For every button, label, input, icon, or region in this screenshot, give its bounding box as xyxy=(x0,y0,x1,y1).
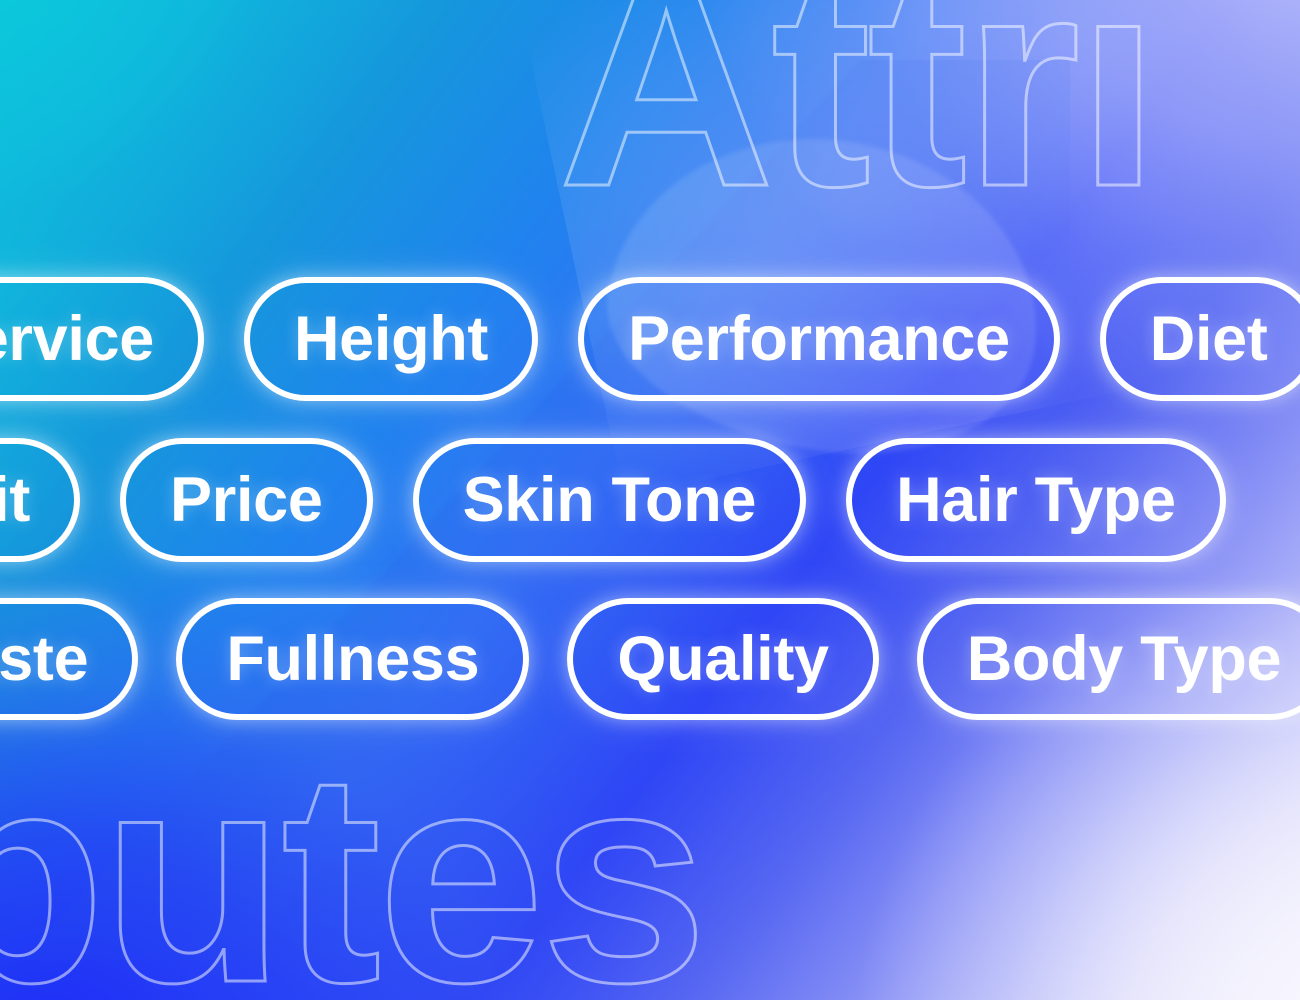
attributes-hero-canvas: Attri butes Service Height Performance D… xyxy=(0,0,1300,1000)
attribute-pill-label: Fit xyxy=(0,464,31,535)
attribute-pill-hair-type[interactable]: Hair Type xyxy=(846,438,1226,562)
attribute-pill-label: Height xyxy=(294,303,489,374)
attribute-pill-label: Price xyxy=(170,464,323,535)
attribute-pill-quality[interactable]: Quality xyxy=(567,598,879,720)
attribute-row-2: Fit Price Skin Tone Hair Type xyxy=(0,438,1226,562)
attribute-pill-skin-tone[interactable]: Skin Tone xyxy=(412,438,807,562)
attribute-pill-fullness[interactable]: Fullness xyxy=(176,598,530,720)
attribute-pill-diet[interactable]: Diet xyxy=(1099,277,1300,401)
attribute-pill-body-type[interactable]: Body Type xyxy=(916,598,1300,720)
attribute-pill-price[interactable]: Price xyxy=(120,438,373,562)
attribute-pill-label: Performance xyxy=(628,303,1010,374)
attribute-pill-label: Taste xyxy=(0,623,89,694)
attribute-pill-fit[interactable]: Fit xyxy=(0,438,81,562)
attribute-row-3: Taste Fullness Quality Body Type xyxy=(0,598,1300,720)
attribute-pill-label: Hair Type xyxy=(896,464,1176,535)
attribute-pill-label: Skin Tone xyxy=(462,464,757,535)
attribute-pill-performance[interactable]: Performance xyxy=(578,277,1060,401)
attribute-pill-service[interactable]: Service xyxy=(0,277,204,401)
attribute-pill-taste[interactable]: Taste xyxy=(0,598,139,720)
attribute-pill-label: Diet xyxy=(1149,303,1268,374)
attribute-pill-label: Fullness xyxy=(226,623,480,694)
attribute-pill-label: Body Type xyxy=(966,623,1282,694)
attribute-pill-height[interactable]: Height xyxy=(244,277,539,401)
attribute-pill-label: Quality xyxy=(617,623,829,694)
attribute-pill-label: Service xyxy=(0,303,154,374)
attribute-row-1: Service Height Performance Diet xyxy=(0,277,1300,401)
